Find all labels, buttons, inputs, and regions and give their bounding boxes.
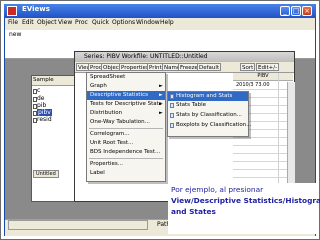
workfile-item-pibv[interactable]: pibv — [37, 109, 52, 116]
minimize-icon[interactable]: _ — [280, 6, 290, 16]
toolbar-sort-button[interactable]: Sort — [240, 63, 256, 71]
command-text: new — [9, 31, 22, 38]
menu-item-properties[interactable]: Properties... — [90, 161, 123, 167]
menu-item-unit-root-test[interactable]: Unit Root Test... — [90, 140, 133, 146]
caption-line-2: View/Descriptive Statistics/Histogram — [171, 196, 320, 205]
submenu-item-histogram-stats[interactable]: Histogram and Stats — [176, 93, 232, 99]
close-icon[interactable]: × — [302, 6, 312, 16]
menu-view[interactable]: View — [58, 19, 72, 26]
maximize-icon[interactable]: □ — [291, 6, 301, 16]
grid-line — [233, 137, 293, 138]
submenu-arrow-icon: ► — [159, 83, 163, 89]
menu-window[interactable]: Window — [136, 19, 160, 26]
menu-item-tests-descriptive[interactable]: Tests for Descriptive Stats — [90, 101, 162, 107]
menu-item-bds-test[interactable]: BDS Independence Test... — [90, 149, 160, 155]
menu-separator — [89, 158, 163, 159]
menu-item-label[interactable]: Label — [90, 170, 105, 176]
menu-separator — [89, 128, 163, 129]
submenu-arrow-icon: ► — [159, 110, 163, 116]
table-icon — [170, 103, 174, 108]
histogram-icon — [170, 94, 174, 99]
submenu-arrow-icon: ► — [159, 92, 163, 98]
grid-line — [233, 169, 293, 170]
caption-line-3: and States — [171, 207, 216, 216]
submenu-item-stats-by-classification[interactable]: Stats by Classification... — [176, 112, 242, 118]
window-title: EViews — [22, 5, 50, 13]
menu-item-spreadsheet[interactable]: SpreadSheet — [90, 74, 125, 80]
grid-line — [233, 177, 293, 178]
grid-line — [233, 153, 293, 154]
workfile-item-resid[interactable]: resid — [37, 116, 52, 123]
menu-proc[interactable]: Proc — [75, 19, 88, 26]
menu-item-descriptive-statistics[interactable]: Descriptive Statistics — [90, 92, 148, 98]
series-column-header: PIBV — [233, 73, 293, 81]
grid-line — [233, 161, 293, 162]
series-window-title: Series: PIBV Workfile: UNTITLED::Untitle… — [84, 53, 208, 60]
menu-quick[interactable]: Quick — [92, 19, 109, 26]
eviews-app-icon — [7, 6, 17, 16]
menu-item-correlogram[interactable]: Correlogram... — [90, 131, 130, 137]
caption-line-1: Por ejemplo, al presionar — [171, 185, 264, 194]
grid-line — [233, 89, 293, 90]
table-icon — [170, 113, 174, 118]
grid-line — [233, 145, 293, 146]
workfile-item-pib[interactable]: pib — [37, 102, 46, 109]
toolbar-edit-button[interactable]: Edit+/- — [256, 63, 280, 71]
menu-help[interactable]: Help — [160, 19, 174, 26]
menu-edit[interactable]: Edit — [22, 19, 34, 26]
boxplot-icon — [170, 123, 174, 128]
workfile-tab[interactable]: Untitled — [33, 170, 59, 178]
toolbar-default-select[interactable]: Default — [197, 63, 222, 71]
submenu-arrow-icon: ► — [159, 101, 163, 107]
series-row-value: 2010/3 73.00 — [236, 82, 270, 88]
workfile-sample-label: Sample — [33, 77, 54, 83]
menu-item-graph[interactable]: Graph — [90, 83, 107, 89]
menu-options[interactable]: Options — [112, 19, 135, 26]
title-bar[interactable] — [4, 4, 316, 18]
submenu-item-boxplots[interactable]: Boxplots by Classification... — [176, 122, 252, 128]
menu-item-one-way-tabulation[interactable]: One-Way Tabulation... — [90, 119, 150, 125]
status-message-box — [8, 220, 148, 230]
menu-file[interactable]: File — [8, 19, 18, 26]
submenu-item-stats-table[interactable]: Stats Table — [176, 102, 206, 108]
menu-item-distribution[interactable]: Distribution — [90, 110, 122, 116]
workfile-item-de[interactable]: de — [37, 95, 45, 102]
workfile-item-c[interactable]: c — [37, 87, 40, 94]
menu-object[interactable]: Object — [37, 19, 57, 26]
